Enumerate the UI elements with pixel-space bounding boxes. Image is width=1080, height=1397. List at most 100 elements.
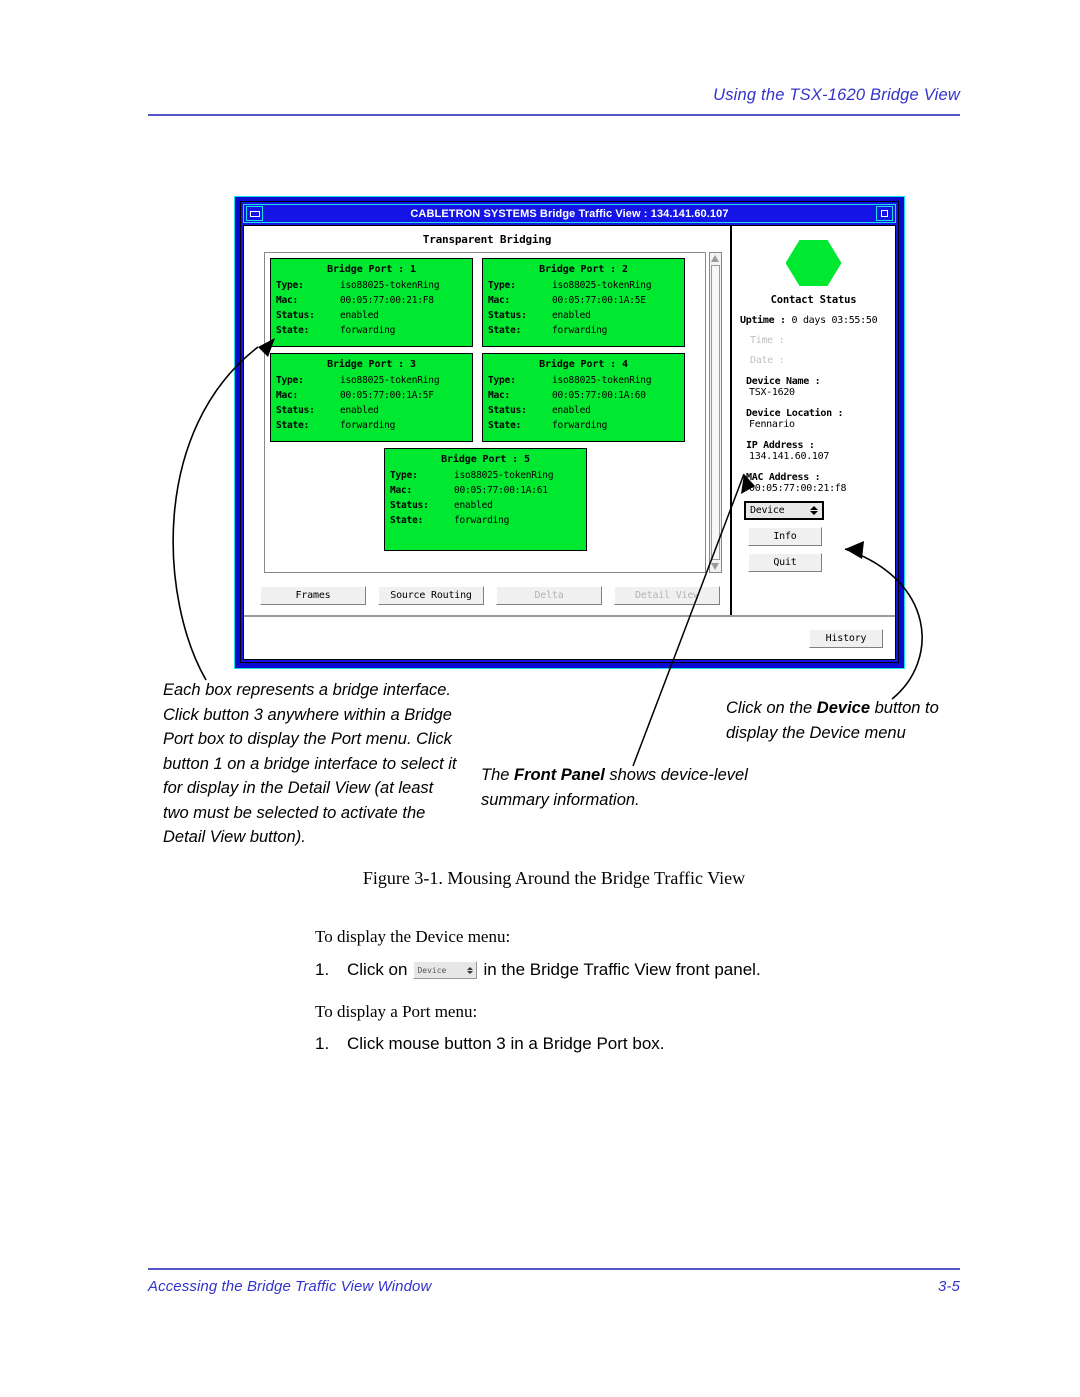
device-option-label: Device — [750, 505, 785, 516]
port-title: Bridge Port : 3 — [327, 359, 416, 370]
window-title: CABLETRON SYSTEMS Bridge Traffic View : … — [410, 207, 729, 220]
port-field: Type: iso88025-tokenRing — [483, 278, 684, 293]
port-row: Bridge Port : 3 Type: iso88025-tokenRing… — [270, 353, 701, 442]
ip-address-label: IP Address : — [746, 440, 815, 451]
annotation-device-bold: Device — [816, 699, 871, 717]
bridge-port-box[interactable]: Bridge Port : 5 Type: iso88025-tokenRing… — [384, 448, 587, 551]
port-title: Bridge Port : 2 — [539, 264, 628, 275]
port-field: State: forwarding — [271, 418, 472, 433]
scroll-up-icon[interactable] — [711, 254, 720, 263]
step-number: 1. — [315, 1034, 330, 1053]
field-value: 00:05:77:00:1A:5E — [552, 295, 646, 306]
field-key: Type: — [276, 375, 304, 386]
quit-button[interactable]: Quit — [748, 553, 822, 572]
step-number: 1. — [315, 960, 330, 979]
field-key: State: — [488, 420, 522, 431]
footer-section-label: Accessing the Bridge Traffic View Window — [148, 1278, 432, 1295]
field-key: Type: — [488, 280, 516, 291]
mac-address-label: MAC Address : — [746, 472, 821, 483]
time-label: Time : — [750, 335, 785, 346]
field-value: iso88025-tokenRing — [340, 375, 440, 386]
uptime-label: Uptime : — [740, 315, 786, 326]
port-row: Bridge Port : 5 Type: iso88025-tokenRing… — [270, 448, 701, 551]
port-field: State: forwarding — [483, 418, 684, 433]
device-name-group: Device Name : TSX-1620 — [732, 376, 895, 398]
field-value: forwarding — [454, 515, 510, 526]
vertical-scrollbar[interactable] — [709, 252, 722, 573]
front-panel: Contact Status Uptime : 0 days 03:55:50 … — [732, 226, 895, 615]
frames-button[interactable]: Frames — [260, 586, 366, 605]
field-key: State: — [276, 420, 310, 431]
port-field: Type: iso88025-tokenRing — [271, 373, 472, 388]
lead-in-port-menu: To display a Port menu: — [315, 1002, 478, 1021]
field-key: Status: — [276, 310, 315, 321]
bridge-port-box[interactable]: Bridge Port : 4 Type: iso88025-tokenRing… — [482, 353, 685, 442]
bridge-port-box[interactable]: Bridge Port : 2 Type: iso88025-tokenRing… — [482, 258, 685, 347]
ip-address-value: 134.141.60.107 — [749, 451, 830, 462]
client-body: Transparent Bridging Bridge Port : 1 Typ… — [244, 226, 895, 615]
field-value: 00:05:77:00:1A:61 — [454, 485, 548, 496]
bridge-port-box[interactable]: Bridge Port : 1 Type: iso88025-tokenRing… — [270, 258, 473, 347]
field-key: Status: — [390, 500, 429, 511]
annotation-front-panel: The Front Panel shows device-level summa… — [481, 763, 781, 812]
field-value: iso88025-tokenRing — [340, 280, 440, 291]
field-value: 00:05:77:00:1A:5F — [340, 390, 434, 401]
field-key: Status: — [276, 405, 315, 416]
minimize-icon[interactable] — [246, 206, 263, 221]
field-key: Mac: — [488, 390, 511, 401]
port-title: Bridge Port : 1 — [327, 264, 416, 275]
field-value: enabled — [340, 405, 379, 416]
step-item-device: 1. Click on Device in the Bridge Traffic… — [315, 960, 761, 980]
option-arrows-icon — [467, 966, 474, 974]
window-footer: History — [244, 615, 895, 659]
device-name-label: Device Name : — [746, 376, 821, 387]
port-field: Status: enabled — [483, 403, 684, 418]
field-value: iso88025-tokenRing — [552, 375, 652, 386]
device-location-value: Fennario — [749, 419, 795, 430]
port-field: Status: enabled — [271, 308, 472, 323]
port-field: Type: iso88025-tokenRing — [385, 468, 586, 483]
annotation-front-panel-pre: The — [481, 766, 515, 784]
field-value: 00:05:77:00:1A:60 — [552, 390, 646, 401]
field-key: Type: — [390, 470, 418, 481]
port-field: Status: enabled — [385, 498, 586, 513]
bridge-port-box[interactable]: Bridge Port : 3 Type: iso88025-tokenRing… — [270, 353, 473, 442]
pane-button-row: Frames Source Routing Delta Detail View — [244, 573, 730, 615]
port-field: Status: enabled — [271, 403, 472, 418]
field-key: State: — [276, 325, 310, 336]
history-button[interactable]: History — [809, 628, 883, 648]
inline-device-label: Device — [417, 965, 447, 975]
uptime-row: Uptime : 0 days 03:55:50 — [732, 315, 895, 326]
window-titlebar: CABLETRON SYSTEMS Bridge Traffic View : … — [243, 204, 896, 223]
option-arrows-icon — [810, 506, 818, 515]
ip-address-group: IP Address : 134.141.60.107 — [732, 440, 895, 462]
info-button[interactable]: Info — [748, 527, 822, 546]
delta-button[interactable]: Delta — [496, 586, 602, 605]
contact-status-label: Contact Status — [770, 294, 857, 306]
device-option-button[interactable]: Device — [744, 501, 824, 520]
field-key: Mac: — [390, 485, 413, 496]
field-key: Mac: — [488, 295, 511, 306]
field-value: forwarding — [552, 325, 608, 336]
field-value: forwarding — [340, 325, 396, 336]
scroll-down-icon[interactable] — [711, 562, 720, 571]
source-routing-button[interactable]: Source Routing — [378, 586, 484, 605]
step-item-port: 1. Click mouse button 3 in a Bridge Port… — [315, 1034, 665, 1054]
port-field: Mac: 00:05:77:00:1A:5F — [271, 388, 472, 403]
scrollbar-thumb[interactable] — [711, 265, 720, 560]
step-text: Click mouse button 3 in a Bridge Port bo… — [347, 1034, 665, 1053]
detail-view-button[interactable]: Detail View — [614, 586, 720, 605]
lead-in-device-menu: To display the Device menu: — [315, 927, 511, 946]
device-location-label: Device Location : — [746, 408, 844, 419]
annotation-front-panel-bold: Front Panel — [514, 766, 605, 784]
header-divider — [148, 114, 960, 116]
field-value: enabled — [552, 405, 591, 416]
port-canvas: Bridge Port : 1 Type: iso88025-tokenRing… — [264, 252, 706, 573]
footer-page-number: 3-5 — [938, 1278, 960, 1295]
pane-title: Transparent Bridging — [422, 233, 552, 246]
page-footer: Accessing the Bridge Traffic View Window… — [148, 1278, 960, 1295]
uptime-value: 0 days 03:55:50 — [791, 315, 878, 326]
maximize-icon[interactable] — [876, 206, 893, 221]
field-key: Mac: — [276, 295, 299, 306]
inline-device-button[interactable]: Device — [413, 961, 478, 979]
